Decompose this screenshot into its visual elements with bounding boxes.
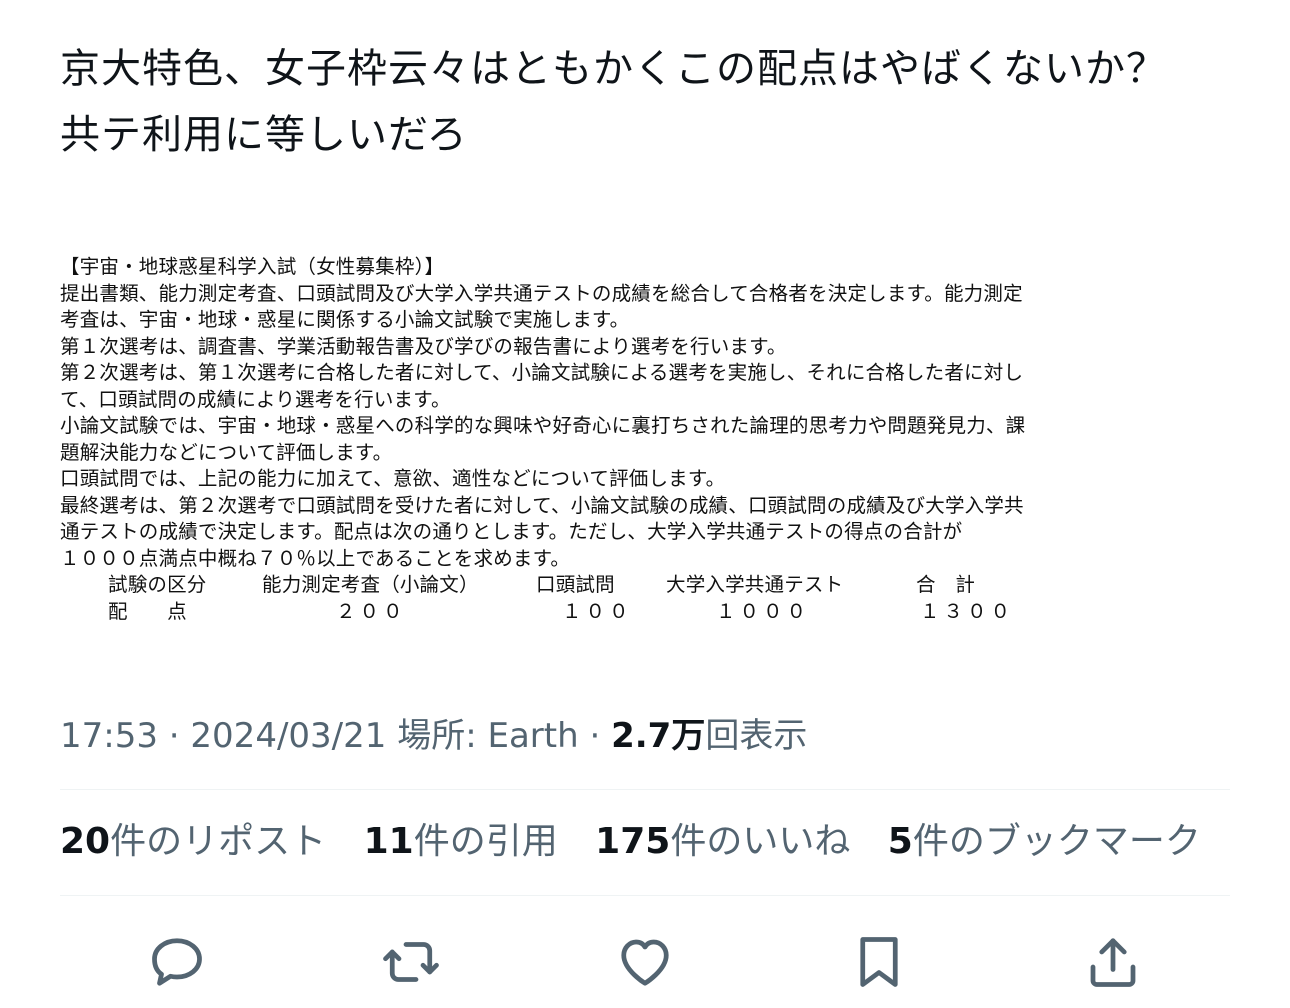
like-stat[interactable]: 175件のいいね	[595, 821, 850, 862]
image-text-line: 提出書類、能力測定考査、口頭試問及び大学入学共通テストの成績を総合して合格者を決…	[60, 281, 1023, 305]
reply-button[interactable]	[145, 930, 209, 994]
like-label: 件のいいね	[670, 821, 851, 862]
score-header: 能力測定考査（小論文）	[262, 573, 479, 596]
image-text-line: 最終選考は、第２次選考で口頭試問を受けた者に対して、小論文試験の成績、口頭試問の…	[60, 493, 1024, 517]
image-text-line: 小論文試験では、宇宙・地球・惑星への科学的な興味や好奇心に裏打ちされた論理的思考…	[60, 414, 1026, 437]
score-value: １００	[562, 600, 633, 623]
score-header: 口頭試問	[536, 573, 615, 596]
bookmark-stat[interactable]: 5件のブックマーク	[888, 821, 1201, 862]
repost-button[interactable]	[379, 930, 443, 994]
tweet-text: 京大特色、女子枠云々はともかくこの配点はやばくないか？ 共テ利用に等しいだろ	[60, 36, 1240, 168]
action-bar	[0, 924, 1290, 994]
tweet-meta: 17:53 · 2024/03/21 場所: Earth · 2.7万回表示	[60, 714, 807, 758]
score-table-row: 配 点 ２００ １００ １０００ １３００	[60, 599, 1235, 626]
views-label: 回表示	[705, 716, 808, 756]
quote-label: 件の引用	[413, 821, 558, 862]
share-button[interactable]	[1081, 930, 1145, 994]
like-count: 175	[595, 821, 671, 862]
image-text-line: 通テストの成績で決定します。配点は次の通りとします。ただし、大学入学共通テストの…	[60, 520, 963, 543]
image-text-line: 口頭試問では、上記の能力に加えて、意欲、適性などについて評価します。	[60, 467, 726, 490]
quote-count: 11	[363, 821, 414, 862]
tweet-text-line: 共テ利用に等しいだろ	[60, 112, 468, 158]
bookmark-button[interactable]	[847, 930, 911, 994]
divider	[60, 789, 1230, 790]
divider	[60, 895, 1230, 896]
bookmark-icon	[860, 937, 898, 987]
image-text-line: 第１次選考は、調査書、学業活動報告書及び学びの報告書により選考を行います。	[60, 334, 787, 358]
bookmark-label: 件のブックマーク	[912, 821, 1201, 862]
score-header: 試験の区分	[108, 573, 207, 596]
attached-image[interactable]: 【宇宙・地球惑星科学入試（女性募集枠）】 提出書類、能力測定考査、口頭試問及び大…	[60, 254, 1235, 634]
bookmark-count: 5	[887, 821, 913, 862]
image-text-line: 【宇宙・地球惑星科学入試（女性募集枠）】	[60, 255, 445, 278]
score-row-label: 配 点	[108, 600, 187, 623]
tweet-text-line: 京大特色、女子枠云々はともかくこの配点はやばくないか？	[60, 46, 1167, 92]
score-header: 大学入学共通テスト	[666, 573, 844, 596]
engagement-stats: 20件のリポスト 11件の引用 175件のいいね 5件のブックマーク	[60, 820, 1227, 864]
repost-icon	[383, 942, 439, 982]
score-header: 合 計	[916, 573, 976, 596]
score-table-header: 試験の区分 能力測定考査（小論文） 口頭試問 大学入学共通テスト 合 計	[60, 572, 1235, 599]
tweet-date[interactable]: 2024/03/21	[190, 716, 386, 756]
image-text-line: 第２次選考は、第１次選考に合格した者に対して、小論文試験による選考を実施し、それ…	[60, 361, 1024, 384]
score-value: １０００	[716, 600, 811, 623]
score-value: ２００	[336, 600, 407, 623]
repost-count: 20	[60, 821, 111, 862]
heart-icon	[621, 939, 669, 986]
image-text-line: １０００点満点中概ね７０％以上であることを求めます。	[60, 546, 571, 570]
tweet-time[interactable]: 17:53	[60, 716, 158, 756]
score-value: １３００	[920, 600, 1015, 623]
image-text-line: 考査は、宇宙・地球・惑星に関係する小論文試験で実施します。	[60, 308, 630, 331]
tweet-location: 場所: Earth	[397, 716, 579, 756]
repost-stat[interactable]: 20件のリポスト	[60, 821, 326, 862]
meta-separator: ·	[578, 716, 612, 756]
share-icon	[1090, 938, 1136, 987]
like-button[interactable]	[613, 930, 677, 994]
quote-stat[interactable]: 11件の引用	[364, 821, 558, 862]
image-text-line: 題解決能力などについて評価します。	[60, 440, 393, 464]
repost-label: 件のリポスト	[110, 821, 327, 862]
meta-separator: ·	[157, 716, 191, 756]
views-count: 2.7万	[611, 716, 706, 756]
image-text-line: て、口頭試問の成績により選考を行います。	[60, 387, 451, 411]
reply-icon	[152, 938, 202, 986]
